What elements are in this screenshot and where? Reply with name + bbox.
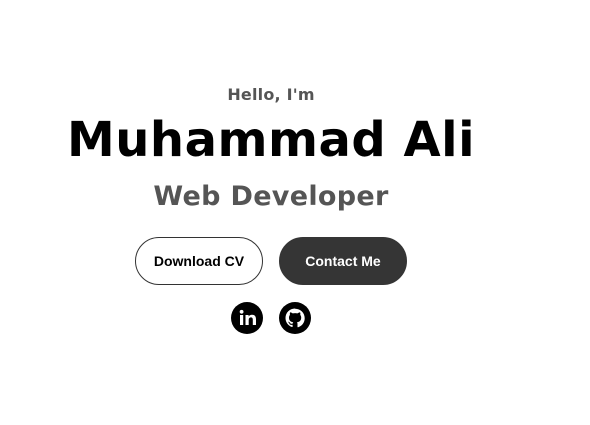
profile-name: Muhammad Ali	[66, 112, 476, 168]
contact-me-button[interactable]: Contact Me	[279, 237, 407, 285]
social-links	[0, 302, 542, 334]
github-icon[interactable]	[279, 302, 311, 334]
linkedin-icon[interactable]	[231, 302, 263, 334]
greeting-text: Hello, I'm	[227, 85, 315, 104]
hero-section: Hello, I'm Muhammad Ali Web Developer Do…	[0, 0, 542, 425]
profile-role: Web Developer	[153, 181, 389, 212]
download-cv-button[interactable]: Download CV	[135, 237, 263, 285]
